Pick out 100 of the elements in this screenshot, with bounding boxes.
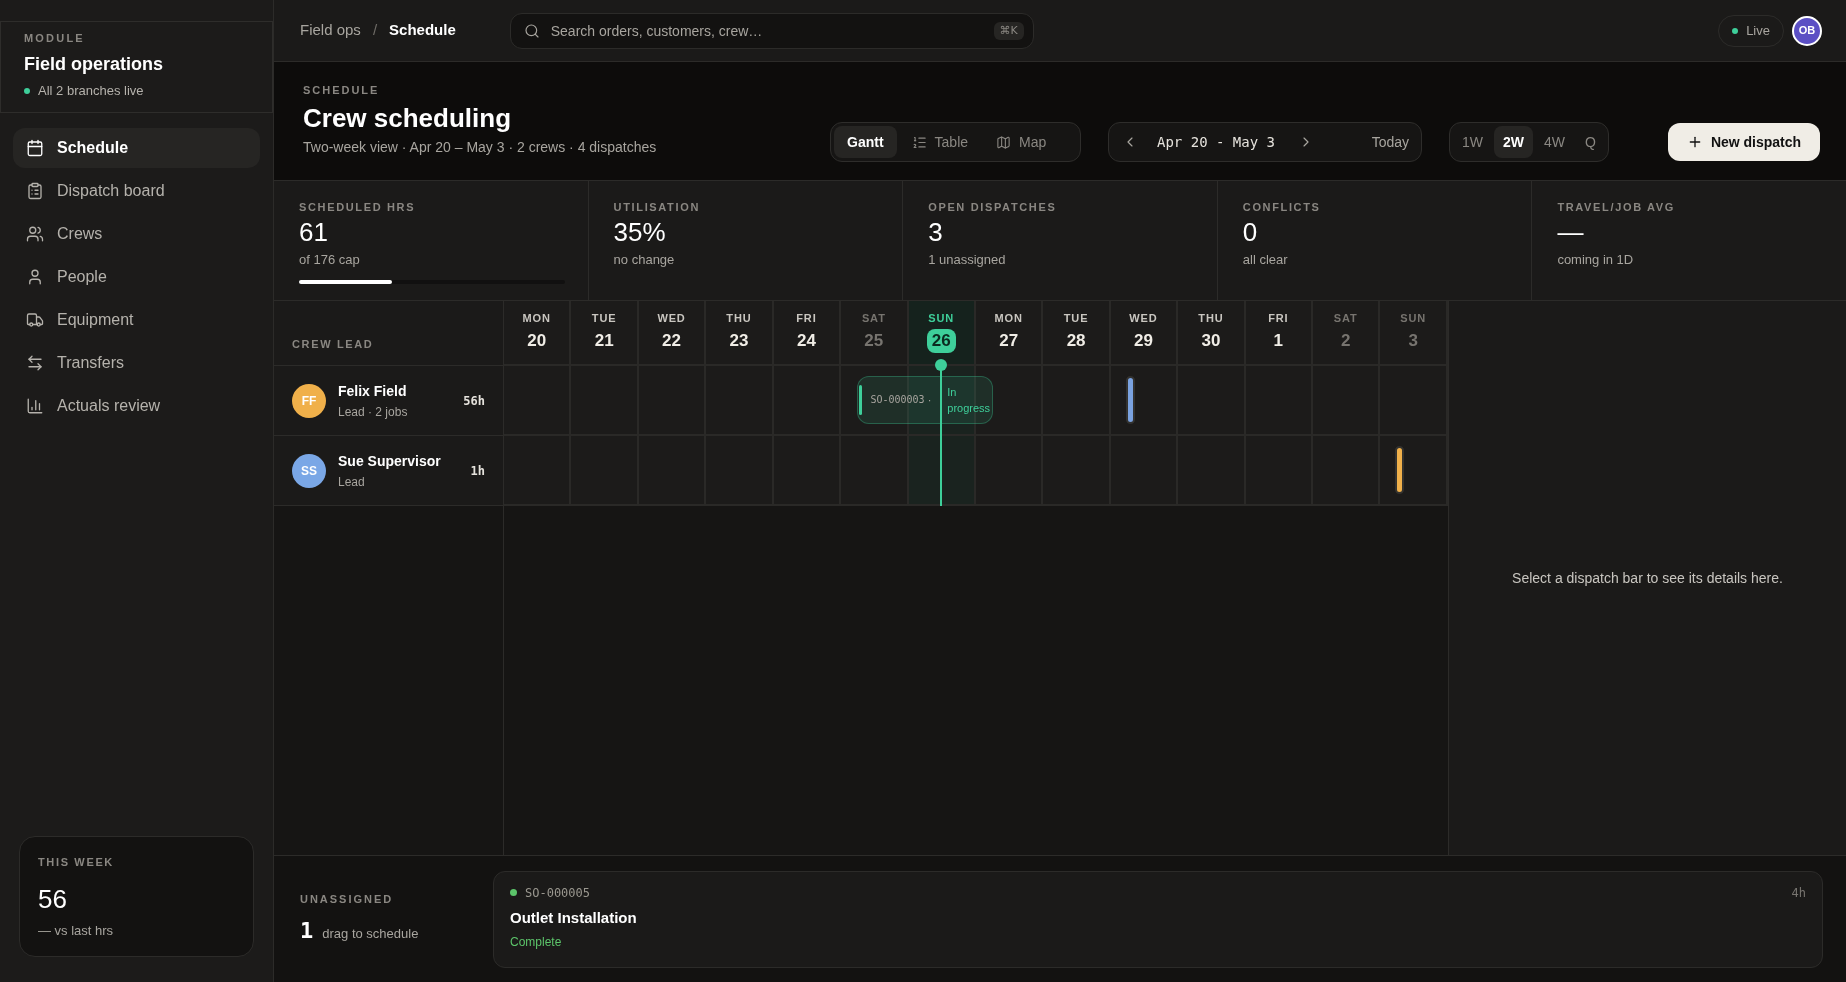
dispatch-status: Complete: [510, 933, 563, 951]
day-number: 21: [594, 330, 614, 352]
view-tab[interactable]: Table: [898, 126, 982, 158]
day-number: 3: [1408, 330, 1418, 352]
live-label: Live: [1746, 21, 1770, 40]
search-icon: [523, 22, 540, 39]
view-tab[interactable]: Gantt: [834, 126, 897, 158]
nav-item[interactable]: Schedule: [13, 128, 260, 168]
dispatch-bar[interactable]: [1395, 446, 1405, 494]
page-title: Crew scheduling: [303, 102, 513, 134]
page-subtitle: Two-week view · Apr 20 – May 3 · 2 crews · 4 dispatches: [303, 138, 657, 157]
weekday-label: THU: [726, 311, 752, 325]
summary-note: — vs last hrs: [38, 922, 115, 940]
weekday-label: TUE: [1063, 311, 1089, 325]
day-number: 23: [729, 330, 749, 352]
new-dispatch-button[interactable]: New dispatch: [1668, 123, 1820, 161]
dispatch-duration: 4h: [1791, 884, 1806, 902]
day-number: 1: [1273, 330, 1284, 352]
unassigned-count: 1: [300, 916, 314, 945]
user-avatar[interactable]: OB: [1792, 15, 1822, 46]
stat-note: all clear: [1242, 251, 1289, 269]
stat-value: —: [1557, 216, 1585, 248]
stat-label: CONFLICTS: [1242, 200, 1322, 214]
stat-value: 0: [1242, 216, 1259, 248]
module-title: Field operations: [24, 53, 165, 76]
stat-note: coming in 1D: [1557, 251, 1635, 269]
breadcrumb-link[interactable]: Schedule: [389, 19, 456, 42]
crew-hours: 1h: [470, 462, 485, 480]
dispatch-bar[interactable]: [1125, 376, 1135, 424]
view-tab[interactable]: Map: [983, 126, 1060, 158]
weekday-label: SUN: [1400, 311, 1427, 325]
day-number: 24: [796, 330, 816, 352]
weekday-label: SAT: [861, 311, 886, 325]
dispatch-id: SO-000005: [525, 884, 591, 902]
weekday-label: WED: [657, 311, 686, 325]
nav-item[interactable]: Dispatch board: [13, 171, 260, 211]
date-range: Apr 20 - May 3: [1157, 132, 1275, 152]
weekday-label: TUE: [591, 311, 617, 325]
nav-item[interactable]: Actuals review: [13, 386, 260, 426]
crew-role: Lead · 2 jobs: [338, 403, 408, 420]
bar-chart-icon: [26, 397, 44, 415]
day-number: 26: [926, 329, 956, 353]
unassigned-dispatch-card[interactable]: SO-000005 4h Outlet Installation Complete: [493, 870, 1823, 968]
weekday-label: WED: [1129, 311, 1158, 325]
column-heading: CREW LEAD: [292, 336, 374, 352]
day-number: 30: [1201, 330, 1221, 352]
unassigned-label: UNASSIGNED: [300, 891, 395, 906]
calendar-icon: [26, 139, 44, 157]
breadcrumb-separator: /: [372, 20, 378, 41]
weekday-label: SAT: [1333, 311, 1358, 325]
page-eyebrow: SCHEDULE: [303, 83, 381, 97]
crew-role: Lead: [338, 473, 366, 490]
module-status: All 2 branches live: [38, 82, 144, 100]
nav-item[interactable]: Transfers: [13, 343, 260, 383]
module-eyebrow: MODULE: [24, 31, 86, 46]
stat-label: SCHEDULED HRS: [299, 200, 417, 214]
crew-avatar: SS: [292, 453, 326, 488]
clipboard-icon: [26, 182, 44, 200]
weekday-label: FRI: [796, 311, 817, 325]
range-tab[interactable]: Q: [1576, 126, 1605, 158]
range-tab[interactable]: 2W: [1494, 126, 1534, 158]
day-number: 20: [527, 330, 547, 352]
stat-note: of 176 cap: [299, 251, 361, 269]
breadcrumb-link[interactable]: Field ops: [300, 19, 361, 42]
nav-item[interactable]: Equipment: [13, 300, 260, 340]
day-number: 28: [1066, 330, 1086, 352]
dispatch-title: Outlet Installation: [510, 907, 638, 928]
stat-note: 1 unassigned: [928, 251, 1007, 269]
range-tab[interactable]: 1W: [1453, 126, 1492, 158]
stat-value: 61: [299, 216, 329, 248]
day-number: 2: [1341, 330, 1351, 352]
user-icon: [26, 268, 44, 286]
day-number: 27: [999, 330, 1019, 352]
truck-icon: [26, 311, 44, 329]
crew-name: Sue Supervisor: [338, 451, 441, 471]
stat-label: OPEN DISPATCHES: [928, 200, 1058, 214]
weekday-label: FRI: [1268, 311, 1289, 325]
crew-avatar: FF: [292, 383, 326, 418]
unassigned-note: drag to schedule: [322, 924, 419, 943]
users-icon: [26, 225, 44, 243]
day-number: 29: [1134, 330, 1153, 352]
day-number: 22: [662, 330, 681, 352]
nav-item[interactable]: Crews: [13, 214, 260, 254]
arrows-icon: [26, 354, 44, 372]
stat-label: TRAVEL/JOB AVG: [1557, 200, 1676, 214]
summary-label: THIS WEEK: [38, 855, 115, 870]
today-button[interactable]: Today: [1371, 131, 1409, 153]
range-tab[interactable]: 4W: [1535, 126, 1575, 158]
crew-name: Felix Field: [338, 381, 408, 401]
crew-hours: 56h: [463, 392, 485, 410]
day-number: 25: [864, 330, 884, 352]
stat-value: 35%: [613, 216, 667, 248]
map-icon: [996, 134, 1012, 150]
stat-value: 3: [928, 216, 944, 248]
list-icon: [911, 134, 927, 150]
nav-item[interactable]: People: [13, 257, 260, 297]
stat-label: UTILISATION: [613, 200, 701, 214]
summary-value: 56: [38, 884, 68, 914]
stat-note: no change: [613, 251, 676, 269]
weekday-label: MON: [522, 311, 551, 325]
